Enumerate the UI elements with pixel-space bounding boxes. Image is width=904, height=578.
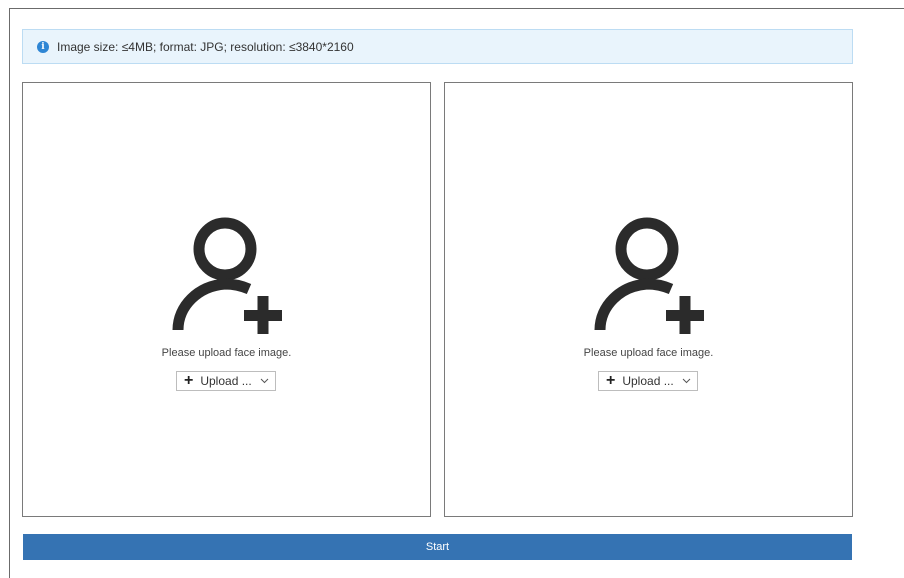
upload-prompt: Please upload face image. [583, 347, 714, 359]
chevron-down-icon[interactable] [682, 378, 691, 384]
plus-icon: + [606, 372, 616, 389]
add-user-icon [594, 217, 704, 334]
face-image-panel-left[interactable]: Please upload face image. + Upload ... [22, 82, 431, 517]
face-image-panel-right[interactable]: Please upload face image. + Upload ... [444, 82, 853, 517]
chevron-down-icon[interactable] [260, 378, 269, 384]
info-text: Image size: ≤4MB; format: JPG; resolutio… [57, 39, 354, 54]
upload-label: Upload ... [200, 374, 252, 388]
upload-prompt: Please upload face image. [161, 347, 292, 359]
add-user-icon [172, 217, 282, 334]
upload-button-right[interactable]: + Upload ... [598, 371, 698, 391]
info-banner: i Image size: ≤4MB; format: JPG; resolut… [22, 29, 853, 64]
upload-label: Upload ... [622, 374, 674, 388]
upload-button-left[interactable]: + Upload ... [176, 371, 276, 391]
info-icon: i [37, 40, 49, 53]
plus-icon: + [184, 372, 194, 389]
start-button[interactable]: Start [23, 534, 852, 560]
